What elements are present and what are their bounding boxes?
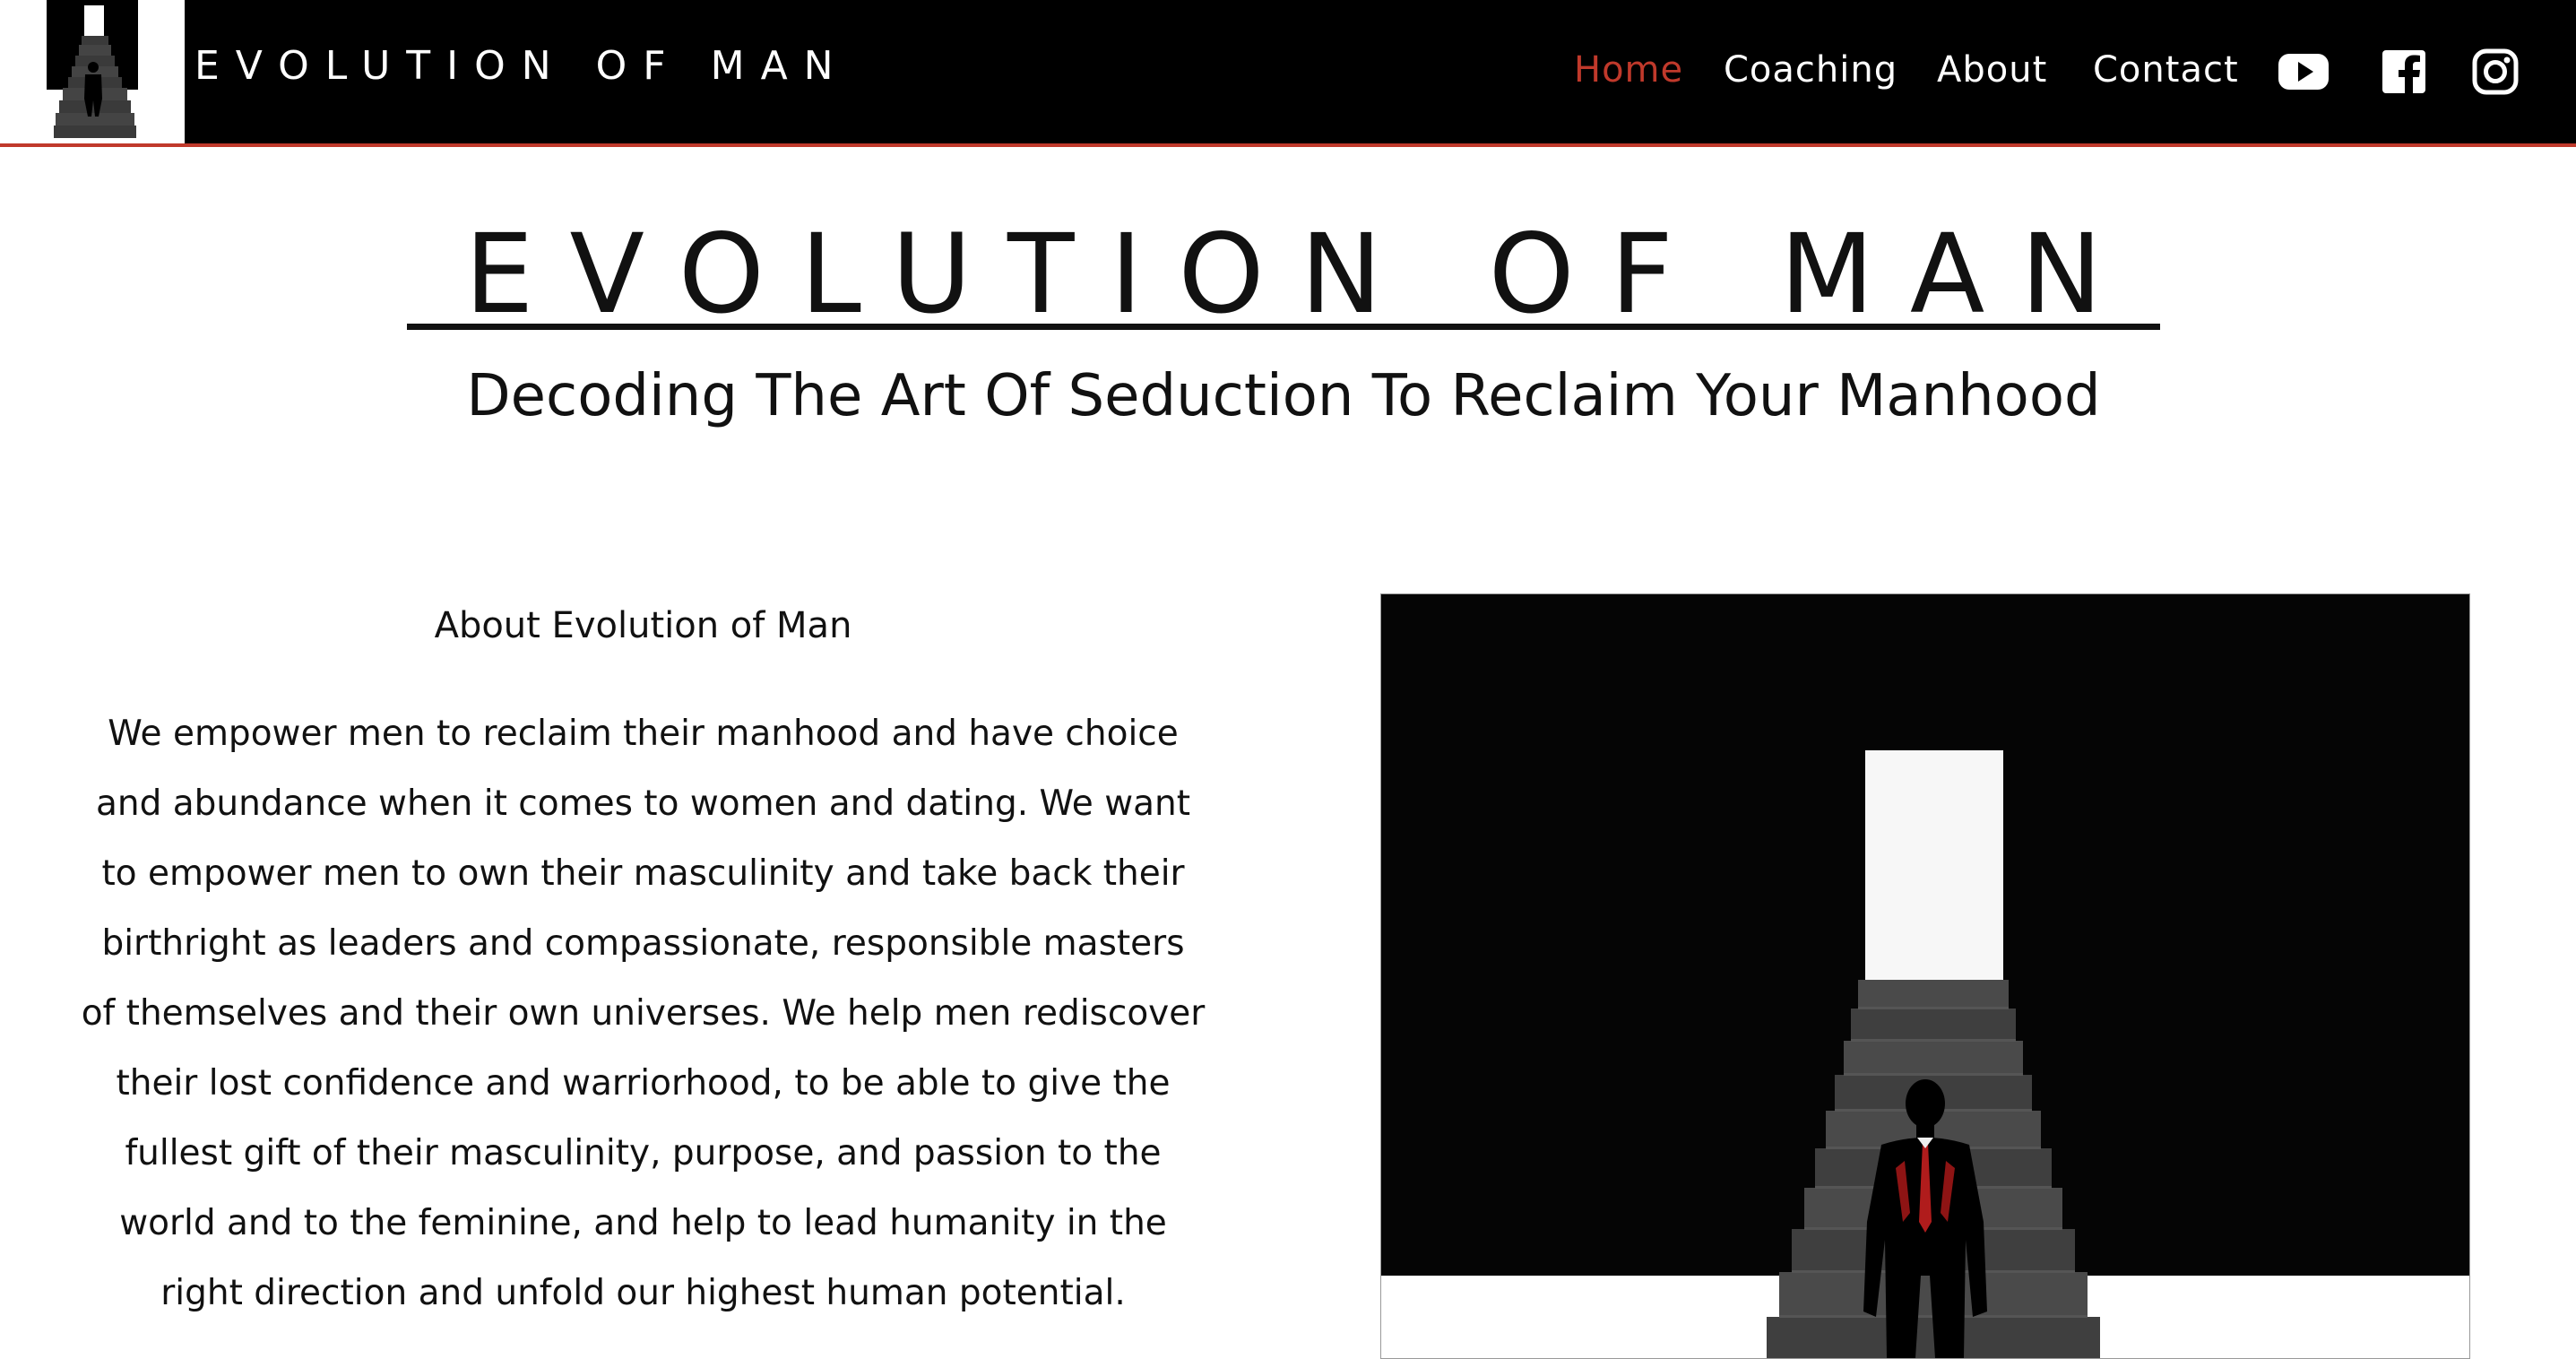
nav-coaching[interactable]: Coaching — [1724, 52, 1897, 88]
facebook-icon[interactable] — [2381, 47, 2427, 97]
site-header: EVOLUTION OF MAN Home Coaching About Con… — [0, 0, 2576, 147]
nav-contact[interactable]: Contact — [2093, 52, 2239, 88]
staircase-image — [1380, 593, 2470, 1359]
instagram-icon[interactable] — [2470, 47, 2520, 97]
nav-about[interactable]: About — [1937, 52, 2047, 88]
about-body: We empower men to reclaim their manhood … — [81, 714, 1206, 1313]
about-heading: About Evolution of Man — [434, 605, 852, 646]
hero-subtitle: Decoding The Art Of Seduction To Reclaim… — [466, 363, 2101, 429]
site-logo[interactable] — [0, 0, 185, 143]
hero-title: EVOLUTION OF MAN — [464, 211, 2139, 338]
hero-title-underline — [407, 324, 2160, 330]
youtube-icon[interactable] — [2277, 47, 2330, 97]
man-climbing-stairs-illustration — [1381, 594, 2469, 1358]
brand-name[interactable]: EVOLUTION OF MAN — [194, 47, 850, 86]
staircase-logo-icon — [47, 0, 138, 138]
nav-home[interactable]: Home — [1574, 52, 1683, 88]
